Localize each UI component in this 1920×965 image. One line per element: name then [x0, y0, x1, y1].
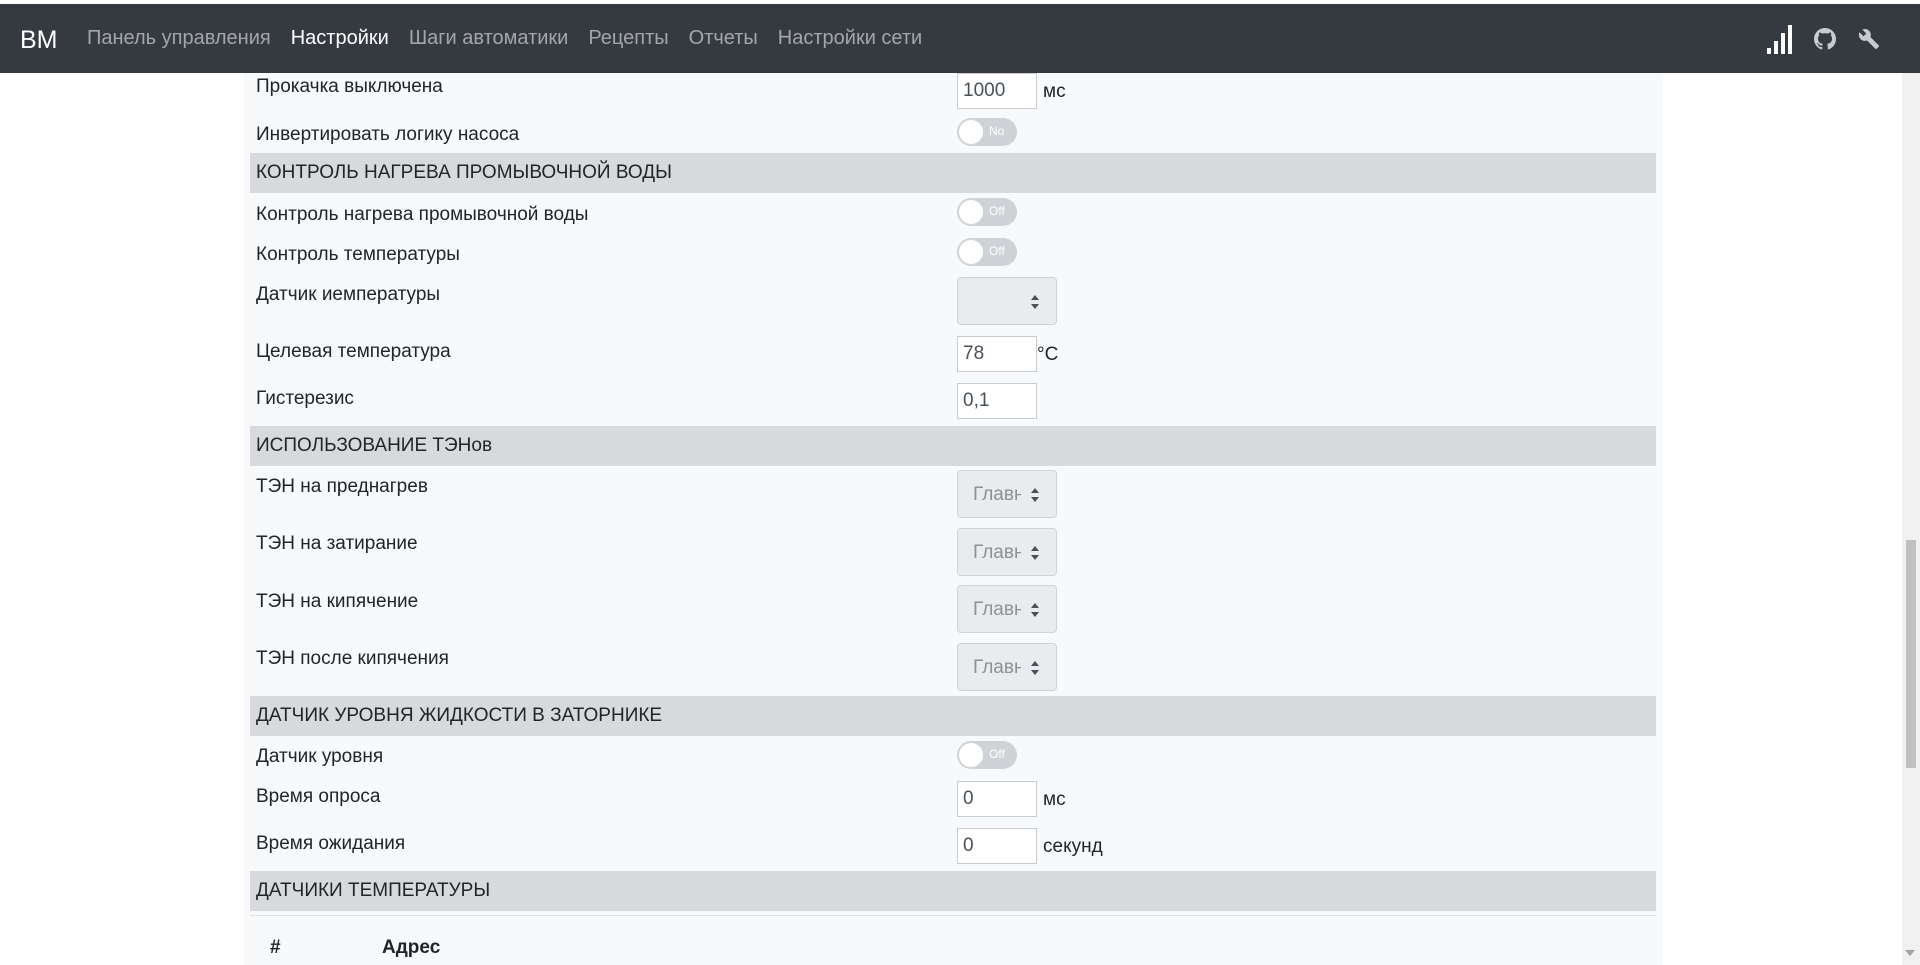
select-arrows-icon [1031, 546, 1039, 560]
section-title: ДАТЧИК УРОВНЯ ЖИДКОСТИ В ЗАТОРНИКЕ [256, 705, 663, 726]
heater-post-boil-select[interactable]: Главн [957, 643, 1057, 691]
select-arrows-icon [1031, 295, 1039, 309]
pump-off-unit: мс [1043, 81, 1066, 102]
wait-time-unit: секунд [1043, 836, 1103, 857]
pump-off-label: Прокачка выключена [256, 76, 443, 97]
toggle-text: Off [989, 747, 1005, 761]
target-temp-label: Целевая температура [256, 341, 451, 362]
heater-mash-select[interactable]: Главн [957, 528, 1057, 576]
poll-time-unit: мс [1043, 789, 1066, 810]
select-arrows-icon [1031, 661, 1039, 675]
table-header-address: Адрес [382, 937, 441, 958]
heater-post-boil-label: ТЭН после кипячения [256, 648, 449, 669]
temp-control-label: Контроль температуры [256, 244, 460, 265]
toggle-knob [959, 200, 983, 224]
nav-links: Панель управления Настройки Шаги автомат… [87, 4, 942, 73]
level-sensor-toggle[interactable]: Off [957, 741, 1017, 769]
hysteresis-label: Гистерезис [256, 388, 354, 409]
select-arrows-icon [1031, 603, 1039, 617]
poll-time-input[interactable]: 0 [957, 781, 1037, 817]
nav-icons [1745, 4, 1880, 73]
nav-link-recipes[interactable]: Рецепты [588, 27, 668, 50]
pump-off-input[interactable]: 1000 [957, 73, 1037, 109]
target-temp-input[interactable]: 78 [957, 336, 1037, 372]
section-title: ИСПОЛЬЗОВАНИЕ ТЭНов [256, 435, 493, 456]
wrench-icon[interactable] [1858, 28, 1880, 50]
temp-sensor-label: Датчик иемпературы [256, 284, 441, 305]
toggle-text: No [989, 124, 1005, 138]
scroll-down-icon[interactable] [1905, 950, 1915, 956]
settings-content: Прокачка выключена 1000 мс Инвертировать… [244, 73, 1663, 965]
toggle-knob [959, 743, 983, 767]
signal-icon[interactable] [1767, 24, 1792, 54]
poll-time-label: Время опроса [256, 786, 381, 807]
hysteresis-input[interactable]: 0,1 [957, 383, 1037, 419]
heater-boil-label: ТЭН на кипячение [256, 591, 419, 612]
nav-link-settings[interactable]: Настройки [291, 27, 389, 50]
section-wash-heat: КОНТРОЛЬ НАГРЕВА ПРОМЫВОЧНОЙ ВОДЫ [250, 153, 1656, 193]
wait-time-label: Время ожидания [256, 833, 406, 854]
heater-boil-select[interactable]: Главн [957, 585, 1057, 633]
section-temp-sensors: ДАТЧИКИ ТЕМПЕРАТУРЫ [250, 871, 1656, 911]
github-icon[interactable] [1814, 27, 1836, 50]
heater-preheat-label: ТЭН на преднагрев [256, 476, 428, 497]
select-value: Главн [973, 484, 1021, 505]
select-arrows-icon [1031, 488, 1039, 502]
nav-link-automation-steps[interactable]: Шаги автоматики [409, 27, 569, 50]
toggle-text: Off [989, 204, 1005, 218]
table-top-border [250, 915, 1656, 916]
table-header-index: # [270, 937, 281, 958]
nav-link-network-settings[interactable]: Настройки сети [778, 27, 922, 50]
select-value: Главн [973, 542, 1021, 563]
select-value: Главн [973, 657, 1021, 678]
top-navbar: BM Панель управления Настройки Шаги авто… [0, 4, 1920, 73]
invert-pump-toggle[interactable]: No [957, 118, 1017, 146]
invert-pump-label: Инвертировать логику насоса [256, 124, 520, 145]
select-value: Главн [973, 599, 1021, 620]
section-title: КОНТРОЛЬ НАГРЕВА ПРОМЫВОЧНОЙ ВОДЫ [256, 162, 672, 183]
wash-heat-control-label: Контроль нагрева промывочной воды [256, 204, 589, 225]
nav-link-reports[interactable]: Отчеты [689, 27, 758, 50]
level-sensor-label: Датчик уровня [256, 746, 384, 767]
toggle-knob [959, 240, 983, 264]
temp-control-toggle[interactable]: Off [957, 238, 1017, 266]
section-level-sensor: ДАТЧИК УРОВНЯ ЖИДКОСТИ В ЗАТОРНИКЕ [250, 696, 1656, 736]
target-temp-unit: °C [1037, 344, 1059, 365]
nav-link-dashboard[interactable]: Панель управления [87, 27, 271, 50]
heater-preheat-select[interactable]: Главн [957, 470, 1057, 518]
toggle-text: Off [989, 244, 1005, 258]
scrollbar-thumb[interactable] [1906, 540, 1916, 768]
wash-heat-control-toggle[interactable]: Off [957, 198, 1017, 226]
brand-logo[interactable]: BM [20, 26, 58, 55]
temp-sensor-select[interactable] [957, 277, 1057, 325]
toggle-knob [959, 120, 983, 144]
heater-mash-label: ТЭН на затирание [256, 533, 418, 554]
scrollbar-track[interactable] [1902, 73, 1920, 965]
section-title: ДАТЧИКИ ТЕМПЕРАТУРЫ [256, 880, 491, 901]
section-heaters: ИСПОЛЬЗОВАНИЕ ТЭНов [250, 426, 1656, 466]
wait-time-input[interactable]: 0 [957, 828, 1037, 864]
